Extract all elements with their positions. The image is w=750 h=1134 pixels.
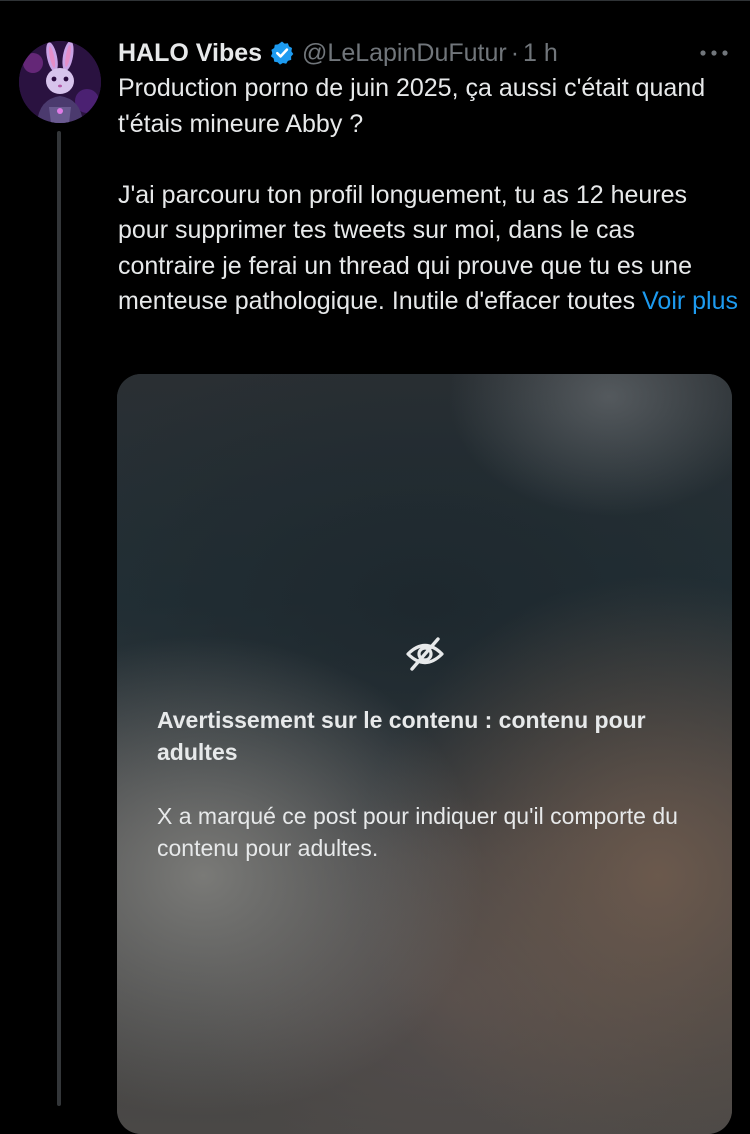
header-separator: · [510,38,520,67]
post-text: Production porno de juin 2025, ça aussi … [118,71,738,320]
author-display-name[interactable]: HALO Vibes [118,39,262,68]
sensitive-media-card[interactable]: Avertissement sur le contenu : contenu p… [117,374,732,1134]
author-handle[interactable]: @LeLapinDuFutur [302,39,507,68]
rabbit-avatar-icon[interactable] [19,41,101,123]
post-header: HALO Vibes @LeLapinDuFutur · 1 h [118,36,558,70]
more-horizontal-icon[interactable] [697,39,731,67]
content-warning-title: Avertissement sur le contenu : contenu p… [157,707,646,765]
eye-slash-icon [405,636,445,672]
post-timestamp[interactable]: 1 h [523,39,558,68]
thread-line [57,131,61,1106]
post[interactable]: HALO Vibes @LeLapinDuFutur · 1 h Product… [0,0,750,1134]
post-text-content: Production porno de juin 2025, ça aussi … [118,74,706,315]
content-warning-description: X a marqué ce post pour indiquer qu'il c… [157,803,678,861]
see-more-link[interactable]: Voir plus [642,287,738,315]
verified-badge-icon [269,40,295,66]
